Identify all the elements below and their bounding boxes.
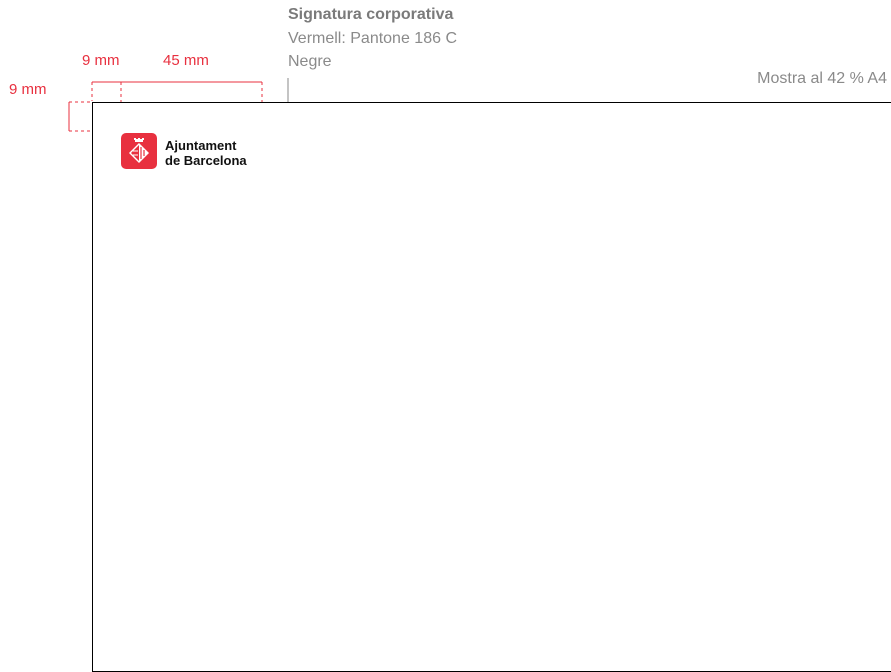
signature-color-line: Vermell: Pantone 186 C <box>288 30 457 47</box>
logo-width-label: 45 mm <box>163 52 209 69</box>
shield-emblem <box>129 138 149 163</box>
signature-black-line: Negre <box>288 53 332 70</box>
left-margin-label: 9 mm <box>82 52 120 69</box>
top-margin-label: 9 mm <box>9 81 47 98</box>
signature-title: Signatura corporativa <box>288 6 454 23</box>
sample-scale-note: Mostra al 42 % A4 <box>757 70 887 87</box>
a4-page-frame <box>92 102 891 672</box>
logo-line-2: de Barcelona <box>165 153 247 168</box>
logo-line-1: Ajuntament <box>165 138 237 153</box>
logo-wordmark: Ajuntament de Barcelona <box>165 138 247 168</box>
barcelona-shield-icon <box>121 133 157 169</box>
